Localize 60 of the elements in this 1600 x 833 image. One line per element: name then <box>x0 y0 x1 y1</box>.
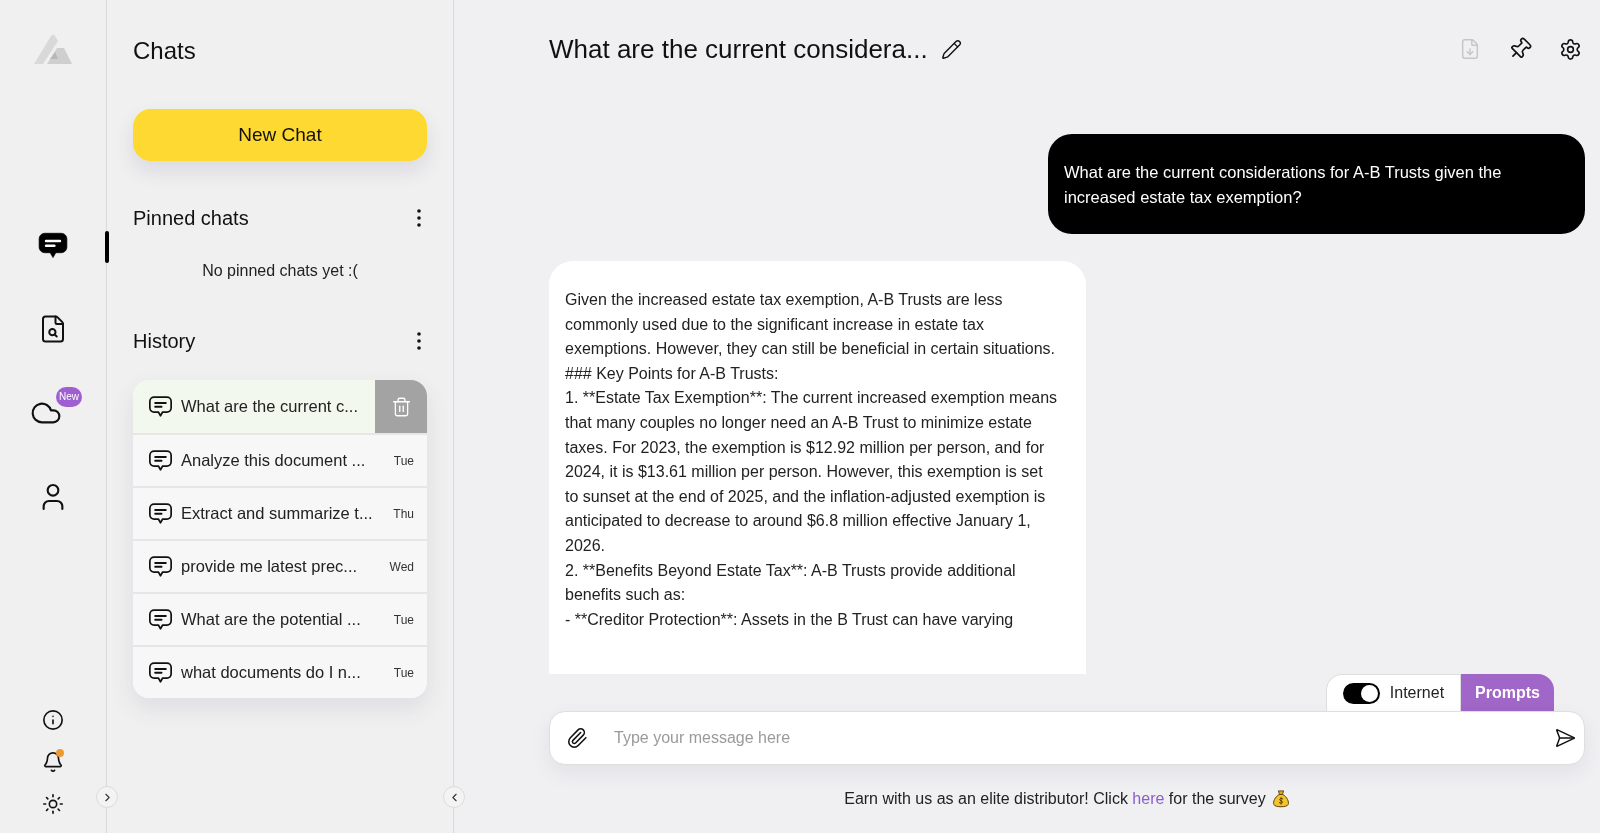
survey-text: Earn with us as an elite distributor! Click here for the survey <box>844 789 1266 809</box>
section-title: History <box>133 329 196 354</box>
chat-history-item[interactable]: what documents do I n... Tue <box>133 645 427 698</box>
prompts-button[interactable]: Prompts <box>1461 674 1554 711</box>
info-button[interactable] <box>40 707 66 733</box>
money-bag-icon <box>1271 789 1290 809</box>
chat-history-item[interactable]: provide me latest prec... Wed <box>133 539 427 592</box>
chat-history-day: Tue <box>393 663 414 682</box>
chat-history-day: Thu <box>393 504 414 523</box>
new-chat-button[interactable]: New Chat <box>133 109 427 161</box>
assistant-message-text: 1. **Estate Tax Exemption**: The current increased exemption means that many couples no longer need an A-B Trust to minimize estate taxes. For 2023, the exemption is $12.92 million per person, and for 2024, it is $13.61 million per person. However, this exemption is set to sunset at the end of 2025, and the inflation-adjusted exemption is anticipated to decrease to around $6.8 million effective January 1, 2026. <box>565 388 1058 556</box>
internet-label: Internet <box>1389 683 1445 703</box>
assistant-message-text: ### Key Points for A-B Trusts: <box>565 363 780 384</box>
chat-icon <box>38 231 68 259</box>
sun-icon <box>42 793 64 815</box>
section-title: Pinned chats <box>133 206 249 231</box>
chat-history-item[interactable]: Extract and summarize t... Thu <box>133 486 427 539</box>
theme-button[interactable] <box>40 791 66 817</box>
chat-title: What are the current considera... <box>549 33 928 65</box>
more-icon <box>417 209 421 227</box>
send-icon <box>1554 727 1576 749</box>
chat-history-day: Wed <box>389 557 414 576</box>
chat-history-title: What are the current c... <box>181 396 359 418</box>
survey-link[interactable]: here <box>1132 790 1165 807</box>
assistant-message-text: Given the increased estate tax exemption, A-B Trusts are less commonly used due to the significant increase in estate tax exemptions. However, they can still be beneficial in certain situations. <box>565 290 1057 360</box>
logo-icon <box>33 33 73 65</box>
chat-icon <box>149 609 172 630</box>
chat-icon <box>149 396 172 417</box>
chat-history-day: Tue <box>393 610 414 629</box>
paperclip-icon <box>566 727 588 749</box>
more-icon <box>417 332 421 350</box>
chat-history-title: What are the potential ... <box>181 609 362 631</box>
chat-history-title: provide me latest prec... <box>181 556 359 578</box>
trash-icon <box>390 395 412 418</box>
internet-toggle[interactable] <box>1342 682 1380 704</box>
chat-history-day: Tue <box>393 451 414 470</box>
bell-icon <box>42 751 64 773</box>
rename-button[interactable] <box>939 37 964 61</box>
settings-icon <box>1558 37 1582 61</box>
chat-icon <box>149 503 172 524</box>
chat-icon <box>149 662 172 683</box>
chat-history-item[interactable]: What are the current c... <box>133 380 427 433</box>
sidebar-title: Chats <box>133 36 196 66</box>
active-indicator <box>105 231 109 263</box>
empty-state-text: No pinned chats yet :( <box>202 261 358 281</box>
chat-history-item[interactable]: Analyze this document ... Tue <box>133 433 427 486</box>
user-message-text: What are the current considerations for A-B Trusts given the increased estate tax exemption? <box>1064 162 1503 208</box>
pencil-icon <box>941 38 963 60</box>
attach-button[interactable] <box>565 726 589 750</box>
assistant-message-text: - **Creditor Protection**: Assets in the B Trust can have varying <box>565 609 1015 630</box>
chat-history-title: what documents do I n... <box>181 662 362 684</box>
info-icon <box>42 709 64 731</box>
chat-history-item[interactable]: What are the potential ... Tue <box>133 592 427 645</box>
chat-icon <box>149 450 172 471</box>
chat-history-title: Analyze this document ... <box>181 450 367 472</box>
new-badge: New <box>56 387 82 407</box>
chat-icon <box>149 556 172 577</box>
chat-history-title: Extract and summarize t... <box>181 503 374 525</box>
assistant-message-text: 2. **Benefits Beyond Estate Tax**: A-B Trusts provide additional benefits such as: <box>565 560 1017 606</box>
file-download-icon <box>1459 38 1481 60</box>
